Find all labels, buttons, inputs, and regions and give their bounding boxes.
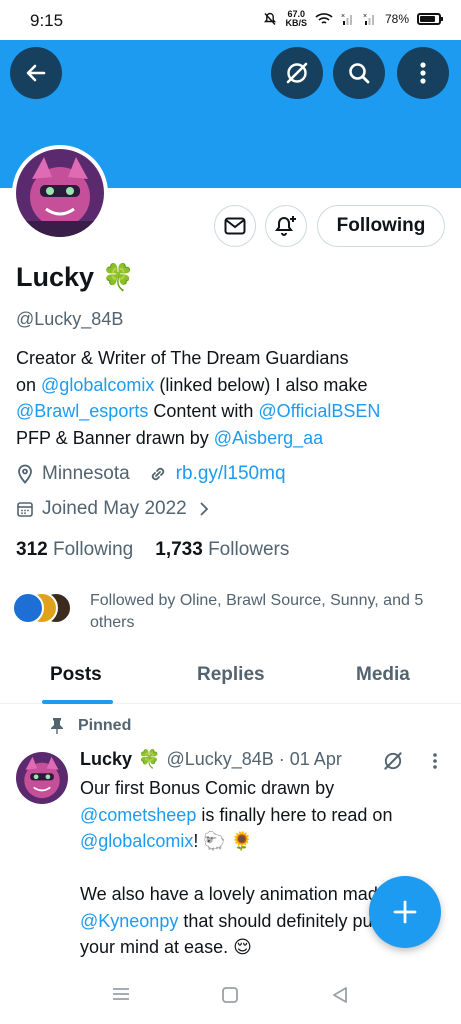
network-speed: 67.0 KB/S: [285, 9, 307, 28]
more-options-button[interactable]: [397, 47, 449, 99]
location-text: Minnesota: [42, 463, 130, 484]
status-bar: 9:15 67.0 KB/S × × 78%: [0, 0, 461, 40]
grok-post-icon[interactable]: [382, 750, 404, 772]
envelope-icon: [224, 217, 246, 235]
profile-meta-joined[interactable]: Joined May 2022: [16, 498, 219, 520]
message-button[interactable]: [214, 205, 256, 247]
notifications-button[interactable]: [265, 205, 307, 247]
followed-by-avatars: [12, 590, 76, 626]
link-icon: [151, 467, 164, 481]
chevron-right-icon: [200, 502, 208, 516]
post-author-meta: @Lucky_84B · 01 Apr: [166, 749, 342, 769]
location-pin-icon: [18, 464, 32, 484]
following-count-link[interactable]: 312 Following: [16, 539, 133, 561]
following-button[interactable]: Following: [317, 205, 445, 247]
post-link-globalcomix[interactable]: @globalcomix: [80, 831, 193, 851]
post-link-kyneonpy[interactable]: @Kyneonpy: [80, 911, 178, 931]
status-time: 9:15: [30, 11, 64, 30]
follow-counts: 312 Following 1,733 Followers: [16, 539, 289, 561]
mute-bell-icon: [264, 12, 277, 25]
bio-link-officialbsen[interactable]: @OfficialBSEN: [258, 401, 380, 421]
profile-meta-location: Minnesota rb.gy/l150mq: [16, 463, 286, 485]
post-more-icon[interactable]: [432, 752, 438, 770]
bio-link-globalcomix[interactable]: @globalcomix: [41, 375, 154, 395]
menu-nav-icon[interactable]: [111, 986, 131, 1002]
active-tab-indicator: [42, 700, 113, 704]
status-icons: 67.0 KB/S × × 78%: [263, 9, 443, 28]
post-author-name[interactable]: Lucky: [80, 749, 132, 770]
more-vertical-icon: [420, 62, 426, 84]
back-button[interactable]: [10, 47, 62, 99]
svg-text:×: ×: [341, 13, 345, 20]
svg-text:×: ×: [363, 13, 367, 20]
bio-link-aisberg[interactable]: @Aisberg_aa: [214, 428, 323, 448]
post-author-emoji: 🍀: [138, 749, 161, 769]
system-nav-bar: [0, 968, 461, 1024]
post-author-avatar[interactable]: [16, 752, 68, 804]
followed-by-row[interactable]: Followed by Oline, Brawl Source, Sunny, …: [12, 590, 423, 631]
battery-icon: [417, 13, 443, 25]
profile-handle: @Lucky_84B: [16, 309, 124, 329]
profile-name: Lucky 🍀: [16, 262, 134, 293]
bio-link-brawl-esports[interactable]: @Brawl_esports: [16, 401, 148, 421]
post-link-cometsheep[interactable]: @cometsheep: [80, 805, 196, 825]
profile-bio: Creator & Writer of The Dream Guardians …: [16, 348, 381, 448]
tab-replies[interactable]: Replies: [197, 664, 265, 686]
home-nav-icon[interactable]: [221, 986, 239, 1004]
avatar-image: [16, 149, 104, 237]
followed-by-text: Followed by Oline, Brawl Source, Sunny, …: [90, 592, 424, 631]
follower-avatar-1: [12, 592, 44, 624]
clover-emoji: 🍀: [102, 262, 135, 292]
joined-text: Joined May 2022: [42, 498, 187, 519]
signal-icon-2: ×: [363, 13, 374, 25]
profile-tabs: Posts Replies Media: [0, 650, 461, 704]
arrow-left-icon: [26, 64, 46, 82]
followers-count-link[interactable]: 1,733 Followers: [155, 539, 289, 561]
grok-icon: [286, 62, 308, 84]
tab-media[interactable]: Media: [356, 664, 410, 686]
bell-plus-icon: [274, 216, 296, 236]
signal-icon: ×: [341, 13, 352, 25]
profile-avatar[interactable]: [12, 145, 108, 241]
search-button[interactable]: [333, 47, 385, 99]
post-header: Lucky 🍀 @Lucky_84B · 01 Apr: [80, 749, 342, 770]
compose-post-button[interactable]: [369, 876, 441, 948]
tab-posts[interactable]: Posts: [50, 664, 102, 686]
display-name: Lucky: [16, 262, 95, 292]
battery-percent: 78%: [384, 12, 409, 26]
grok-button[interactable]: [271, 47, 323, 99]
pinned-label: Pinned: [50, 717, 131, 735]
pin-icon: [51, 718, 63, 734]
website-link[interactable]: rb.gy/l150mq: [176, 463, 286, 485]
search-icon: [349, 63, 370, 84]
calendar-icon: [17, 502, 33, 517]
back-nav-icon[interactable]: [331, 986, 349, 1004]
plus-icon: [393, 900, 417, 924]
wifi-icon: [315, 13, 333, 24]
